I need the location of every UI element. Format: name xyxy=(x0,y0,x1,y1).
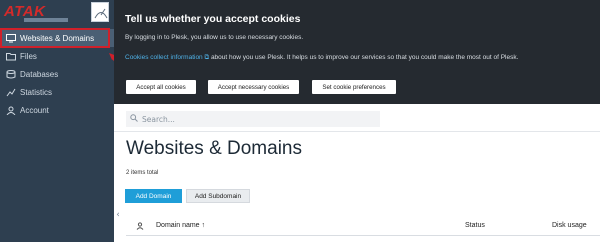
add-subdomain-button[interactable]: Add Subdomain xyxy=(186,189,250,203)
cookie-info-rest: about how you use Plesk. It helps us to … xyxy=(209,54,519,61)
chart-icon xyxy=(6,88,16,97)
search-placeholder: Search... xyxy=(142,114,175,124)
search-bar: Search... xyxy=(114,104,600,132)
column-status[interactable]: Status xyxy=(465,222,485,229)
add-domain-button[interactable]: Add Domain xyxy=(125,189,182,203)
database-icon xyxy=(6,69,16,79)
sidebar-item-label: Statistics xyxy=(20,87,53,97)
sidebar-item-files[interactable]: Files xyxy=(0,47,114,65)
collapse-sidebar-icon[interactable]: ‹ xyxy=(114,205,122,225)
sidebar-item-label: Files xyxy=(20,51,37,61)
cookie-text: By logging in to Plesk, you allow us to … xyxy=(125,34,304,41)
highlight-frame xyxy=(0,28,110,48)
cookie-banner: Tell us whether you accept cookies By lo… xyxy=(114,0,600,104)
select-column-icon[interactable] xyxy=(136,222,144,232)
sidebar-item-label: Databases xyxy=(20,69,59,79)
logo-badge-icon xyxy=(91,2,109,22)
items-count: 2 items total xyxy=(126,170,159,176)
page-title: Websites & Domains xyxy=(126,138,302,159)
column-domain-name[interactable]: Domain name ↑ xyxy=(156,222,205,229)
accept-necessary-cookies-button[interactable]: Accept necessary cookies xyxy=(208,80,299,94)
logo-subtitle-graphic xyxy=(24,18,68,22)
cookie-info-text: Cookies collect information ⧉ about how … xyxy=(125,53,585,63)
column-disk-usage[interactable]: Disk usage xyxy=(552,222,587,229)
sidebar: ATAK Websites & Domains Files Databases … xyxy=(0,0,127,242)
folder-icon xyxy=(6,52,16,61)
logo[interactable]: ATAK xyxy=(4,2,109,26)
search-icon xyxy=(130,114,138,124)
cookie-preferences-button[interactable]: Set cookie preferences xyxy=(312,80,396,94)
search-input[interactable]: Search... xyxy=(126,111,380,127)
cookies-info-link[interactable]: Cookies collect information xyxy=(125,54,203,61)
sidebar-item-account[interactable]: Account xyxy=(0,101,114,119)
sidebar-item-label: Account xyxy=(20,105,49,115)
cookie-title: Tell us whether you accept cookies xyxy=(125,13,301,25)
accept-all-cookies-button[interactable]: Accept all cookies xyxy=(126,80,196,94)
user-icon xyxy=(6,106,16,115)
sidebar-item-databases[interactable]: Databases xyxy=(0,65,114,83)
table-header: Domain name ↑ Status Disk usage xyxy=(126,218,600,236)
sidebar-item-statistics[interactable]: Statistics xyxy=(0,83,114,101)
